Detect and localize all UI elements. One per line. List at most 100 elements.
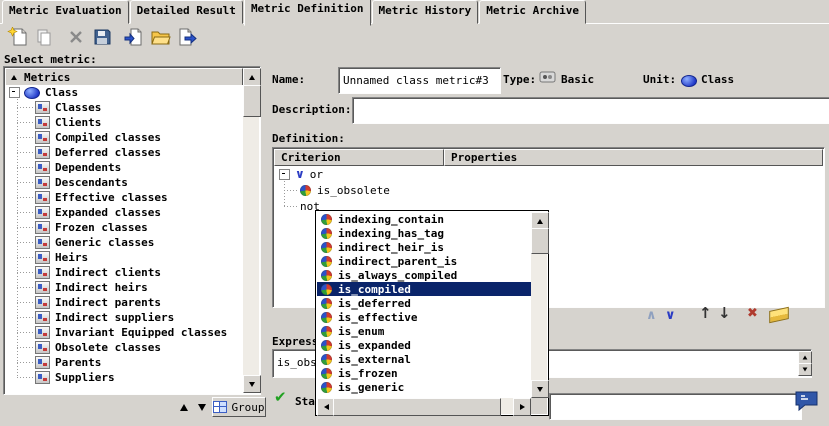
metric-tree-item[interactable]: Indirect suppliers xyxy=(5,310,243,325)
chevron-down-button[interactable] xyxy=(665,309,676,322)
scroll-right-button[interactable] xyxy=(513,398,531,416)
dropdown-item[interactable]: is_frozen xyxy=(317,366,531,380)
dropdown-item[interactable]: is_generic xyxy=(317,380,531,394)
dropdown-horizontal-scrollbar[interactable] xyxy=(317,398,531,414)
move-metric-up-button[interactable] xyxy=(176,399,192,415)
collapse-icon[interactable] xyxy=(279,169,290,180)
clear-definition-button[interactable] xyxy=(766,306,792,324)
dropdown-item-label: is_always_compiled xyxy=(338,269,457,282)
metric-tree-item[interactable]: Heirs xyxy=(5,250,243,265)
dropdown-item[interactable]: is_enum xyxy=(317,324,531,338)
criterion-icon xyxy=(321,298,332,309)
import-metrics-button[interactable] xyxy=(122,26,146,50)
metric-tree-item-label: Suppliers xyxy=(55,371,115,384)
type-value: Basic xyxy=(561,73,594,86)
metric-icon xyxy=(35,101,50,114)
metric-tree-item[interactable]: Generic classes xyxy=(5,235,243,250)
criterion-icon xyxy=(321,354,332,365)
scroll-down-button[interactable] xyxy=(243,375,261,393)
metric-tree-scrollbar[interactable] xyxy=(243,68,259,393)
tab-metric-history[interactable]: Metric History xyxy=(372,0,479,24)
metric-tree-item[interactable]: Obsolete classes xyxy=(5,340,243,355)
criterion-row-or[interactable]: or xyxy=(274,166,823,182)
dropdown-item[interactable]: is_external xyxy=(317,352,531,366)
metric-tree-item[interactable]: Descendants xyxy=(5,175,243,190)
properties-column-header[interactable]: Properties xyxy=(444,149,823,166)
metric-icon xyxy=(35,176,50,189)
tab-detailed-result[interactable]: Detailed Result xyxy=(130,0,243,24)
metric-tree-item[interactable]: Expanded classes xyxy=(5,205,243,220)
dropdown-item[interactable]: is_compiled xyxy=(317,282,531,296)
metric-tree-item[interactable]: Indirect clients xyxy=(5,265,243,280)
metric-tree-item[interactable]: Clients xyxy=(5,115,243,130)
copy-metric-button[interactable] xyxy=(32,26,56,50)
metric-tree-item[interactable]: Compiled classes xyxy=(5,130,243,145)
criterion-icon xyxy=(321,368,332,379)
metric-tree-item[interactable]: Suppliers xyxy=(5,370,243,385)
metric-tree-item[interactable]: Indirect parents xyxy=(5,295,243,310)
delete-criterion-button[interactable] xyxy=(747,307,758,320)
criterion-icon xyxy=(321,256,332,267)
metric-tree-item[interactable]: Dependents xyxy=(5,160,243,175)
metric-tree-item[interactable]: Parents xyxy=(5,355,243,370)
criterion-row-is-obsolete[interactable]: is_obsolete xyxy=(274,182,823,198)
metric-tree-item-label: Indirect clients xyxy=(55,266,161,279)
metric-tree-item[interactable]: Deferred classes xyxy=(5,145,243,160)
group-toggle-button[interactable]: Group xyxy=(212,397,266,417)
new-metric-button[interactable] xyxy=(6,26,30,50)
delete-metric-button[interactable] xyxy=(64,26,88,50)
metric-tree-root[interactable]: Class xyxy=(5,85,243,100)
metric-tree-item[interactable]: Frozen classes xyxy=(5,220,243,235)
dropdown-item-label: is_external xyxy=(338,353,411,366)
move-criterion-up-button[interactable] xyxy=(699,306,712,321)
dropdown-item[interactable]: is_deferred xyxy=(317,296,531,310)
metric-tool-window: Metric EvaluationDetailed ResultMetric D… xyxy=(0,0,829,426)
dropdown-item[interactable]: indirect_heir_is xyxy=(317,240,531,254)
dropdown-item[interactable]: indirect_parent_is xyxy=(317,254,531,268)
comment-button[interactable] xyxy=(794,390,820,415)
dropdown-item-label: is_generic xyxy=(338,381,404,394)
unit-value: Class xyxy=(701,73,734,86)
dropdown-vertical-scrollbar[interactable] xyxy=(531,212,547,398)
chevron-up-button[interactable] xyxy=(646,309,657,322)
tab-metric-evaluation[interactable]: Metric Evaluation xyxy=(2,0,129,24)
metric-tree-item[interactable]: Invariant Equipped classes xyxy=(5,325,243,340)
export-metrics-button[interactable] xyxy=(174,26,198,50)
tab-metric-definition[interactable]: Metric Definition xyxy=(244,0,371,26)
metric-tree-item[interactable]: Classes xyxy=(5,100,243,115)
scroll-down-button[interactable] xyxy=(798,363,812,376)
status-check-icon xyxy=(274,390,287,405)
expression-scrollbar[interactable] xyxy=(798,351,810,376)
move-criterion-down-button[interactable] xyxy=(718,306,731,321)
dropdown-item[interactable]: indexing_has_tag xyxy=(317,226,531,240)
metric-tree-item[interactable]: Effective classes xyxy=(5,190,243,205)
dropdown-item[interactable]: indexing_contain xyxy=(317,212,531,226)
metric-tree-item-label: Parents xyxy=(55,356,101,369)
metric-icon xyxy=(35,146,50,159)
collapse-icon[interactable] xyxy=(9,87,20,98)
comment-input[interactable] xyxy=(549,393,802,420)
open-metric-file-button[interactable] xyxy=(148,26,172,50)
metric-icon xyxy=(35,251,50,264)
criterion-column-header[interactable]: Criterion xyxy=(274,149,444,166)
select-metric-label: Select metric: xyxy=(4,53,97,66)
description-input[interactable] xyxy=(352,97,829,124)
scroll-thumb[interactable] xyxy=(333,398,501,416)
name-input[interactable] xyxy=(338,67,501,94)
dropdown-item[interactable]: is_expanded xyxy=(317,338,531,352)
unit-label: Unit: xyxy=(643,73,676,86)
import-icon xyxy=(123,26,145,51)
save-metric-button[interactable] xyxy=(90,26,114,50)
scroll-up-button[interactable] xyxy=(243,68,261,86)
metric-tree-item-label: Frozen classes xyxy=(55,221,148,234)
scroll-down-button[interactable] xyxy=(531,380,549,398)
dropdown-item[interactable]: is_effective xyxy=(317,310,531,324)
tab-metric-archive[interactable]: Metric Archive xyxy=(479,0,586,24)
move-metric-down-button[interactable] xyxy=(194,399,210,415)
criterion-icon xyxy=(321,242,332,253)
scroll-thumb[interactable] xyxy=(243,85,261,117)
metric-tree-root-label: Class xyxy=(45,86,78,99)
scroll-thumb[interactable] xyxy=(531,228,549,254)
dropdown-item[interactable]: is_always_compiled xyxy=(317,268,531,282)
metric-tree-item[interactable]: Indirect heirs xyxy=(5,280,243,295)
